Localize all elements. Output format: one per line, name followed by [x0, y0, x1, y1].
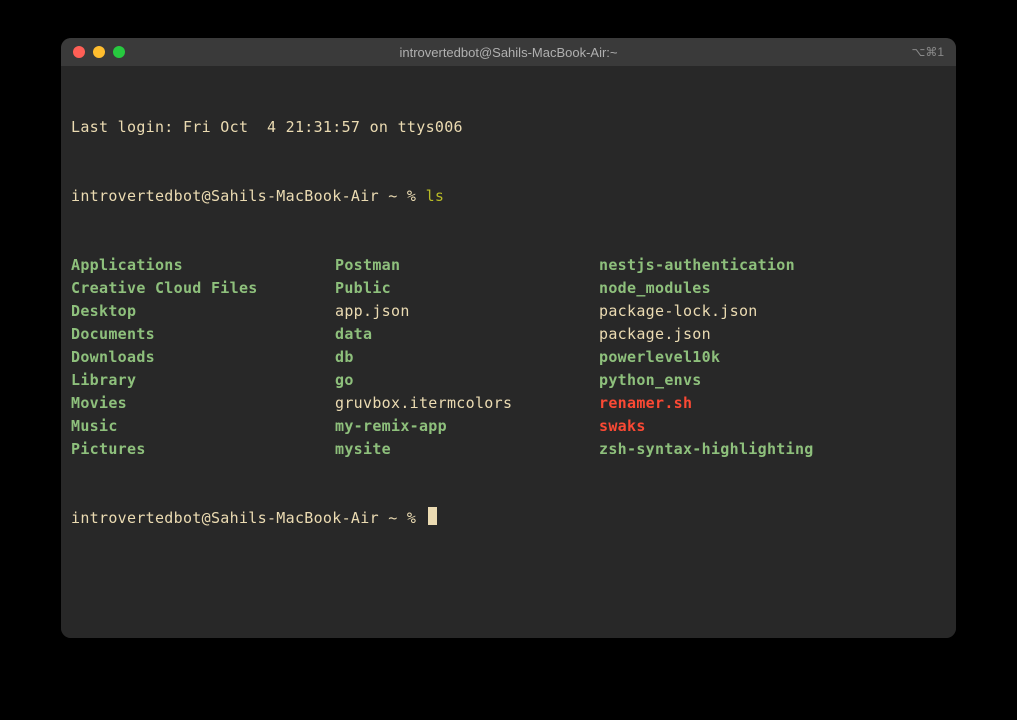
close-button[interactable] [73, 46, 85, 58]
listing-item: zsh-syntax-highlighting [599, 438, 946, 461]
listing-item: mysite [335, 438, 599, 461]
terminal-body[interactable]: Last login: Fri Oct 4 21:31:57 on ttys00… [61, 66, 956, 638]
listing-item: gruvbox.itermcolors [335, 392, 599, 415]
prompt-line-2: introvertedbot@Sahils-MacBook-Air ~ % [71, 507, 946, 530]
listing-item: powerlevel10k [599, 346, 946, 369]
listing-item: package-lock.json [599, 300, 946, 323]
listing-row: ApplicationsPostmannestjs-authentication [71, 254, 946, 277]
listing-item: data [335, 323, 599, 346]
last-login-line: Last login: Fri Oct 4 21:31:57 on ttys00… [71, 116, 946, 139]
listing-item: app.json [335, 300, 599, 323]
listing-row: Downloadsdbpowerlevel10k [71, 346, 946, 369]
listing-item: Public [335, 277, 599, 300]
window-title: introvertedbot@Sahils-MacBook-Air:~ [61, 45, 956, 60]
listing-item: Downloads [71, 346, 335, 369]
listing-item: Movies [71, 392, 335, 415]
session-indicator: ⌥⌘1 [911, 45, 944, 59]
listing-row: Documentsdatapackage.json [71, 323, 946, 346]
listing-item: node_modules [599, 277, 946, 300]
listing-row: Librarygopython_envs [71, 369, 946, 392]
listing-item: package.json [599, 323, 946, 346]
listing-row: Picturesmysitezsh-syntax-highlighting [71, 438, 946, 461]
listing-item: nestjs-authentication [599, 254, 946, 277]
listing-item: Creative Cloud Files [71, 277, 335, 300]
prompt-line-1: introvertedbot@Sahils-MacBook-Air ~ % ls [71, 185, 946, 208]
listing-row: Moviesgruvbox.itermcolorsrenamer.sh [71, 392, 946, 415]
listing-item: db [335, 346, 599, 369]
listing-item: Applications [71, 254, 335, 277]
listing-item: Pictures [71, 438, 335, 461]
listing-item: Postman [335, 254, 599, 277]
listing-item: my-remix-app [335, 415, 599, 438]
minimize-button[interactable] [93, 46, 105, 58]
listing-item: python_envs [599, 369, 946, 392]
cursor-block [428, 507, 437, 525]
listing-item: go [335, 369, 599, 392]
listing-item: Library [71, 369, 335, 392]
listing-row: Desktopapp.jsonpackage-lock.json [71, 300, 946, 323]
ls-output: ApplicationsPostmannestjs-authentication… [71, 254, 946, 461]
listing-item: Music [71, 415, 335, 438]
listing-row: Musicmy-remix-appswaks [71, 415, 946, 438]
prompt-2: introvertedbot@Sahils-MacBook-Air ~ % [71, 509, 416, 527]
maximize-button[interactable] [113, 46, 125, 58]
listing-row: Creative Cloud FilesPublicnode_modules [71, 277, 946, 300]
prompt-1: introvertedbot@Sahils-MacBook-Air ~ % [71, 187, 416, 205]
terminal-window: introvertedbot@Sahils-MacBook-Air:~ ⌥⌘1 … [61, 38, 956, 638]
listing-item: Documents [71, 323, 335, 346]
titlebar: introvertedbot@Sahils-MacBook-Air:~ ⌥⌘1 [61, 38, 956, 66]
listing-item: Desktop [71, 300, 335, 323]
traffic-lights [73, 46, 125, 58]
listing-item: swaks [599, 415, 946, 438]
command-ls: ls [426, 187, 445, 205]
listing-item: renamer.sh [599, 392, 946, 415]
